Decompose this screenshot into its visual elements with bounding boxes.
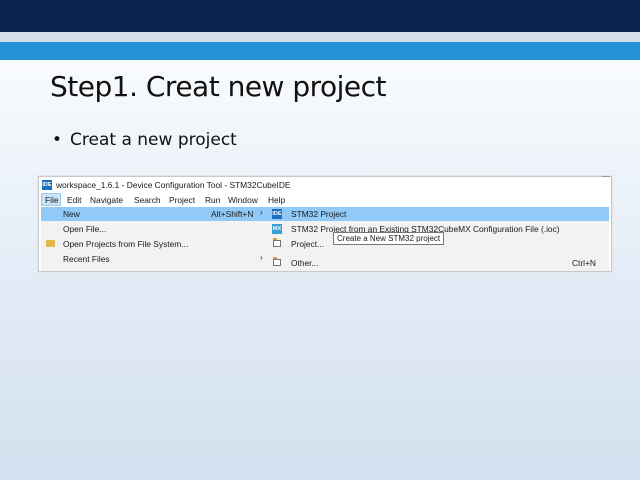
slide-title: Step1. Creat new project (50, 70, 387, 103)
menu-search[interactable]: Search (134, 195, 161, 205)
file-menu-item-label: Open Projects from File System... (63, 239, 189, 249)
file-menu-item-label: Recent Files (63, 254, 110, 264)
file-menu-item-label: Open File... (63, 224, 107, 234)
menu-project[interactable]: Project (169, 195, 195, 205)
window-title: workspace_1.6.1 - Device Configuration T… (56, 180, 291, 190)
menu-file[interactable]: File (41, 193, 61, 206)
menu-help[interactable]: Help (268, 195, 285, 205)
header-band (0, 0, 640, 32)
file-menu-item-shortcut: Alt+Shift+N (211, 209, 254, 219)
ide-screenshot: IDE workspace_1.6.1 - Device Configurati… (38, 176, 612, 272)
stm32cubeide-app-icon: IDE (42, 180, 52, 190)
folder-icon (46, 240, 55, 247)
tooltip: Create a New STM32 project (333, 232, 445, 245)
project-icon (273, 238, 281, 247)
header-accent-strip (0, 42, 640, 60)
submenu-item-label: Project... (291, 239, 325, 249)
menubar: File Edit Navigate Search Project Run Wi… (39, 193, 611, 207)
submenu-item-label: Other... (291, 258, 319, 268)
stm32cubemx-icon: MX (272, 224, 282, 234)
bullet-dot: • (52, 130, 63, 150)
submenu-item-other[interactable]: Other... Ctrl+N (269, 256, 609, 270)
file-menu-item-recent-files[interactable]: Recent Files › (41, 252, 269, 266)
chevron-right-icon: › (260, 208, 263, 217)
file-menu-item-open-projects[interactable]: Open Projects from File System... (41, 237, 269, 251)
bullet-text: Creat a new project (70, 130, 237, 150)
menu-window[interactable]: Window (228, 195, 258, 205)
file-menu-item-label: New (63, 209, 80, 219)
submenu-item-shortcut: Ctrl+N (572, 258, 596, 268)
menu-run[interactable]: Run (205, 195, 220, 205)
window-edge-line (602, 176, 610, 177)
menu-file-label: File (45, 195, 59, 205)
window-titlebar: IDE workspace_1.6.1 - Device Configurati… (39, 177, 611, 193)
header-light-strip (0, 32, 640, 42)
submenu-item-stm32-project[interactable]: IDE STM32 Project (269, 207, 609, 221)
file-menu-item-open-file[interactable]: Open File... (41, 222, 269, 236)
project-icon (273, 257, 281, 266)
chevron-right-icon: › (260, 253, 263, 262)
submenu-item-label: STM32 Project (291, 209, 347, 219)
bullet-item: • Creat a new project (52, 130, 237, 150)
file-menu-dropdown: New Alt+Shift+N › Open File... Open Proj… (41, 207, 270, 271)
file-menu-item-new[interactable]: New Alt+Shift+N › (41, 207, 269, 221)
menu-edit[interactable]: Edit (67, 195, 81, 205)
menu-navigate[interactable]: Navigate (90, 195, 123, 205)
stm32cubeide-icon: IDE (272, 209, 282, 219)
